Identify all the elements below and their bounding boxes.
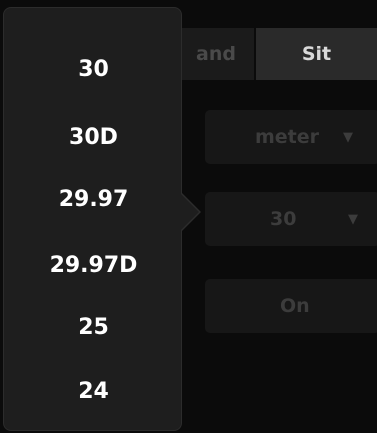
frame-rate-option-30d[interactable]: 30D: [4, 111, 183, 163]
on-toggle-label: On: [280, 295, 310, 317]
frame-rate-option-24[interactable]: 24: [4, 365, 183, 417]
on-toggle-button[interactable]: On: [205, 279, 377, 333]
tab-band-label: and: [196, 43, 236, 65]
frame-rate-select-value: 30: [270, 208, 297, 230]
dropdown-arrow-icon: ▼: [348, 211, 358, 227]
frame-rate-popup: 30 30D 29.97 29.97D 25 24: [3, 7, 182, 431]
tab-sit[interactable]: Sit: [256, 28, 377, 80]
tab-sit-label: Sit: [301, 43, 332, 65]
frame-rate-option-29-97d[interactable]: 29.97D: [4, 239, 183, 291]
frame-rate-option-30[interactable]: 30: [4, 43, 183, 95]
frame-rate-option-29-97[interactable]: 29.97: [4, 173, 183, 225]
popup-pointer: [181, 194, 199, 230]
dropdown-arrow-icon: ▼: [343, 129, 353, 145]
meter-select-value: meter: [255, 126, 320, 148]
frame-rate-select[interactable]: 30 ▼: [205, 192, 377, 246]
meter-select[interactable]: meter ▼: [205, 110, 377, 164]
frame-rate-option-25[interactable]: 25: [4, 301, 183, 353]
app-root: and Sit meter ▼ 30 ▼ On 30 30D 29.97 29.…: [0, 0, 377, 433]
